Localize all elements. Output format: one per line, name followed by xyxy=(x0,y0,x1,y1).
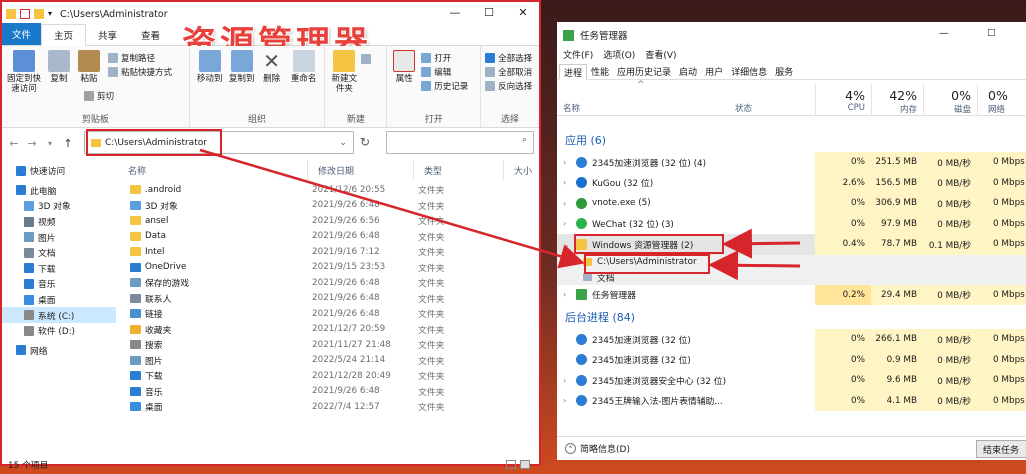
annotation-arrows xyxy=(199,148,801,281)
watermark: ❍ 航传 xyxy=(900,440,947,461)
arrow-to-child-highlight xyxy=(708,250,801,281)
wechat-icon: ❍ xyxy=(900,442,913,459)
watermark-text: 航传 xyxy=(916,442,947,460)
arrow-to-child-row xyxy=(199,148,585,269)
arrow-to-explorer-row xyxy=(722,228,801,259)
